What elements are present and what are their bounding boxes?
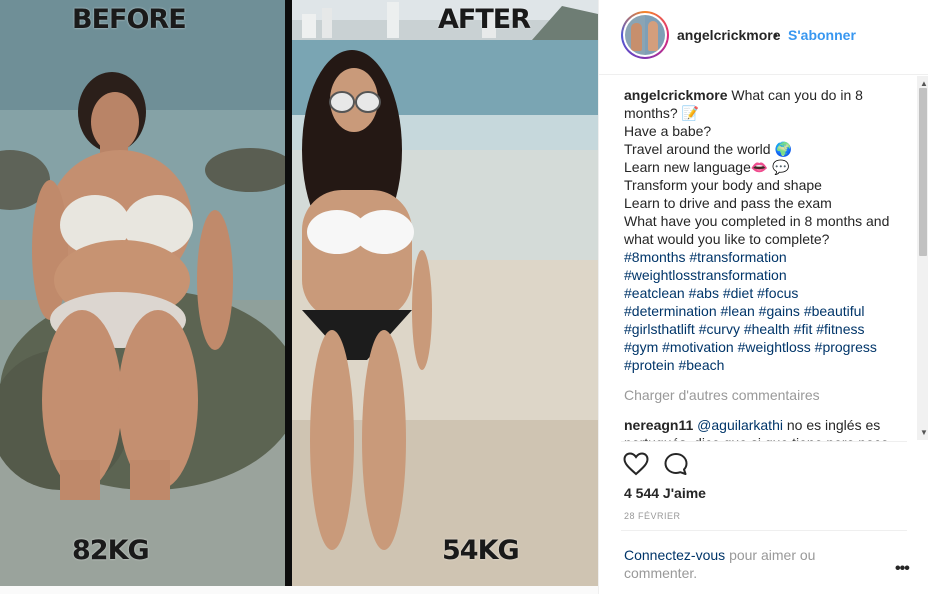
hashtag-link[interactable]: #girlsthatlift bbox=[624, 321, 695, 337]
caption-line: Transform your body and shape bbox=[624, 177, 822, 193]
hashtag-link[interactable]: #fitness bbox=[816, 321, 864, 337]
hashtag-line: #eatclean #abs #diet #focus bbox=[624, 284, 906, 302]
scroll-up-icon[interactable]: ▲ bbox=[920, 79, 928, 88]
post-photo[interactable]: BEFORE 82KG AFTER 54KG bbox=[0, 0, 598, 586]
hashtag-link[interactable]: #diet bbox=[723, 285, 753, 301]
before-photo-panel: BEFORE 82KG bbox=[0, 0, 285, 586]
comment-bubble-icon bbox=[664, 453, 688, 475]
comment-username[interactable]: nereagn11 bbox=[624, 417, 693, 433]
hashtag-link[interactable]: #weightloss bbox=[738, 339, 811, 355]
footer-divider bbox=[621, 530, 907, 531]
actions-divider bbox=[621, 441, 907, 442]
scroll-down-icon[interactable]: ▼ bbox=[920, 428, 928, 437]
login-link[interactable]: Connectez-vous bbox=[624, 547, 725, 563]
hashtag-line: #weightlosstransformation bbox=[624, 266, 906, 284]
heart-icon bbox=[623, 452, 649, 476]
photo-divider bbox=[285, 0, 292, 586]
avatar-figure-left bbox=[631, 23, 642, 51]
caption-username[interactable]: angelcrickmore bbox=[624, 87, 728, 103]
hashtag-link[interactable]: #lean bbox=[721, 303, 755, 319]
comment-item: nereagn11 @aguilarkathi no es inglés es … bbox=[624, 416, 906, 441]
comment-mention[interactable]: @aguilarkathi bbox=[697, 417, 783, 433]
post-header: angelcrickmore • S'abonner bbox=[599, 0, 928, 75]
username-link[interactable]: angelcrickmore bbox=[677, 27, 781, 43]
hashtag-line: #gym #motivation #weightloss #progress bbox=[624, 338, 906, 356]
header-separator: • bbox=[773, 27, 778, 43]
caption-line: Travel around the world 🌍 bbox=[624, 141, 792, 157]
load-more-comments-button[interactable]: Charger d'autres commentaires bbox=[624, 386, 906, 404]
comments-scrollbar[interactable]: ▲ ▼ bbox=[917, 76, 928, 440]
hashtag-link[interactable]: #protein bbox=[624, 357, 675, 373]
post-sidebar: angelcrickmore • S'abonner angelcrickmor… bbox=[598, 0, 928, 594]
hashtag-link[interactable]: #weightlosstransformation bbox=[624, 267, 787, 283]
hashtag-line: #girlsthatlift #curvy #health #fit #fitn… bbox=[624, 320, 906, 338]
hashtag-link[interactable]: #beach bbox=[678, 357, 724, 373]
before-weight-label: 82KG bbox=[72, 535, 150, 566]
post-caption: angelcrickmore What can you do in 8 mont… bbox=[624, 86, 906, 374]
comments-list[interactable]: angelcrickmore What can you do in 8 mont… bbox=[624, 86, 906, 441]
after-weight-label: 54KG bbox=[442, 535, 520, 566]
post-date: 28 FÉVRIER bbox=[624, 511, 681, 521]
likes-count[interactable]: 4 544 J'aime bbox=[624, 485, 706, 501]
after-photo-panel: AFTER 54KG bbox=[292, 0, 598, 586]
hashtag-link[interactable]: #curvy bbox=[699, 321, 740, 337]
hashtag-link[interactable]: #focus bbox=[757, 285, 798, 301]
hashtag-line: #determination #lean #gains #beautiful bbox=[624, 302, 906, 320]
hashtag-link[interactable]: #health bbox=[744, 321, 790, 337]
after-beach-illustration bbox=[292, 0, 598, 586]
hashtag-line: #protein #beach bbox=[624, 356, 906, 374]
before-beach-illustration bbox=[0, 0, 285, 586]
caption-line: What have you completed in 8 months and … bbox=[624, 213, 890, 247]
avatar[interactable] bbox=[621, 11, 669, 59]
hashtag-link[interactable]: #transformation bbox=[689, 249, 786, 265]
like-button[interactable] bbox=[623, 452, 649, 476]
follow-button[interactable]: S'abonner bbox=[788, 27, 856, 43]
hashtag-link[interactable]: #progress bbox=[815, 339, 877, 355]
after-label: AFTER bbox=[438, 4, 531, 35]
caption-line: Learn new language👄 💬 bbox=[624, 159, 790, 175]
hashtag-link[interactable]: #motivation bbox=[662, 339, 734, 355]
comment-button[interactable] bbox=[663, 452, 689, 476]
caption-line: Learn to drive and pass the exam bbox=[624, 195, 832, 211]
hashtag-link[interactable]: #8months bbox=[624, 249, 685, 265]
hashtag-link[interactable]: #determination bbox=[624, 303, 717, 319]
caption-line: Have a babe? bbox=[624, 123, 712, 139]
hashtag-link[interactable]: #gains bbox=[759, 303, 800, 319]
hashtag-link[interactable]: #gym bbox=[624, 339, 658, 355]
scrollbar-thumb[interactable] bbox=[919, 88, 927, 256]
avatar-figure-right bbox=[648, 21, 658, 51]
hashtag-link[interactable]: #fit bbox=[794, 321, 813, 337]
hashtag-link[interactable]: #abs bbox=[689, 285, 719, 301]
hashtag-line: #8months #transformation bbox=[624, 248, 906, 266]
before-label: BEFORE bbox=[72, 4, 187, 35]
hashtag-link[interactable]: #eatclean bbox=[624, 285, 685, 301]
hashtag-link[interactable]: #beautiful bbox=[804, 303, 865, 319]
more-options-icon[interactable]: ••• bbox=[895, 560, 910, 578]
avatar-frame bbox=[623, 13, 667, 57]
login-prompt: Connectez-vous pour aimer ou commenter. bbox=[624, 546, 854, 582]
avatar-image bbox=[625, 15, 665, 55]
